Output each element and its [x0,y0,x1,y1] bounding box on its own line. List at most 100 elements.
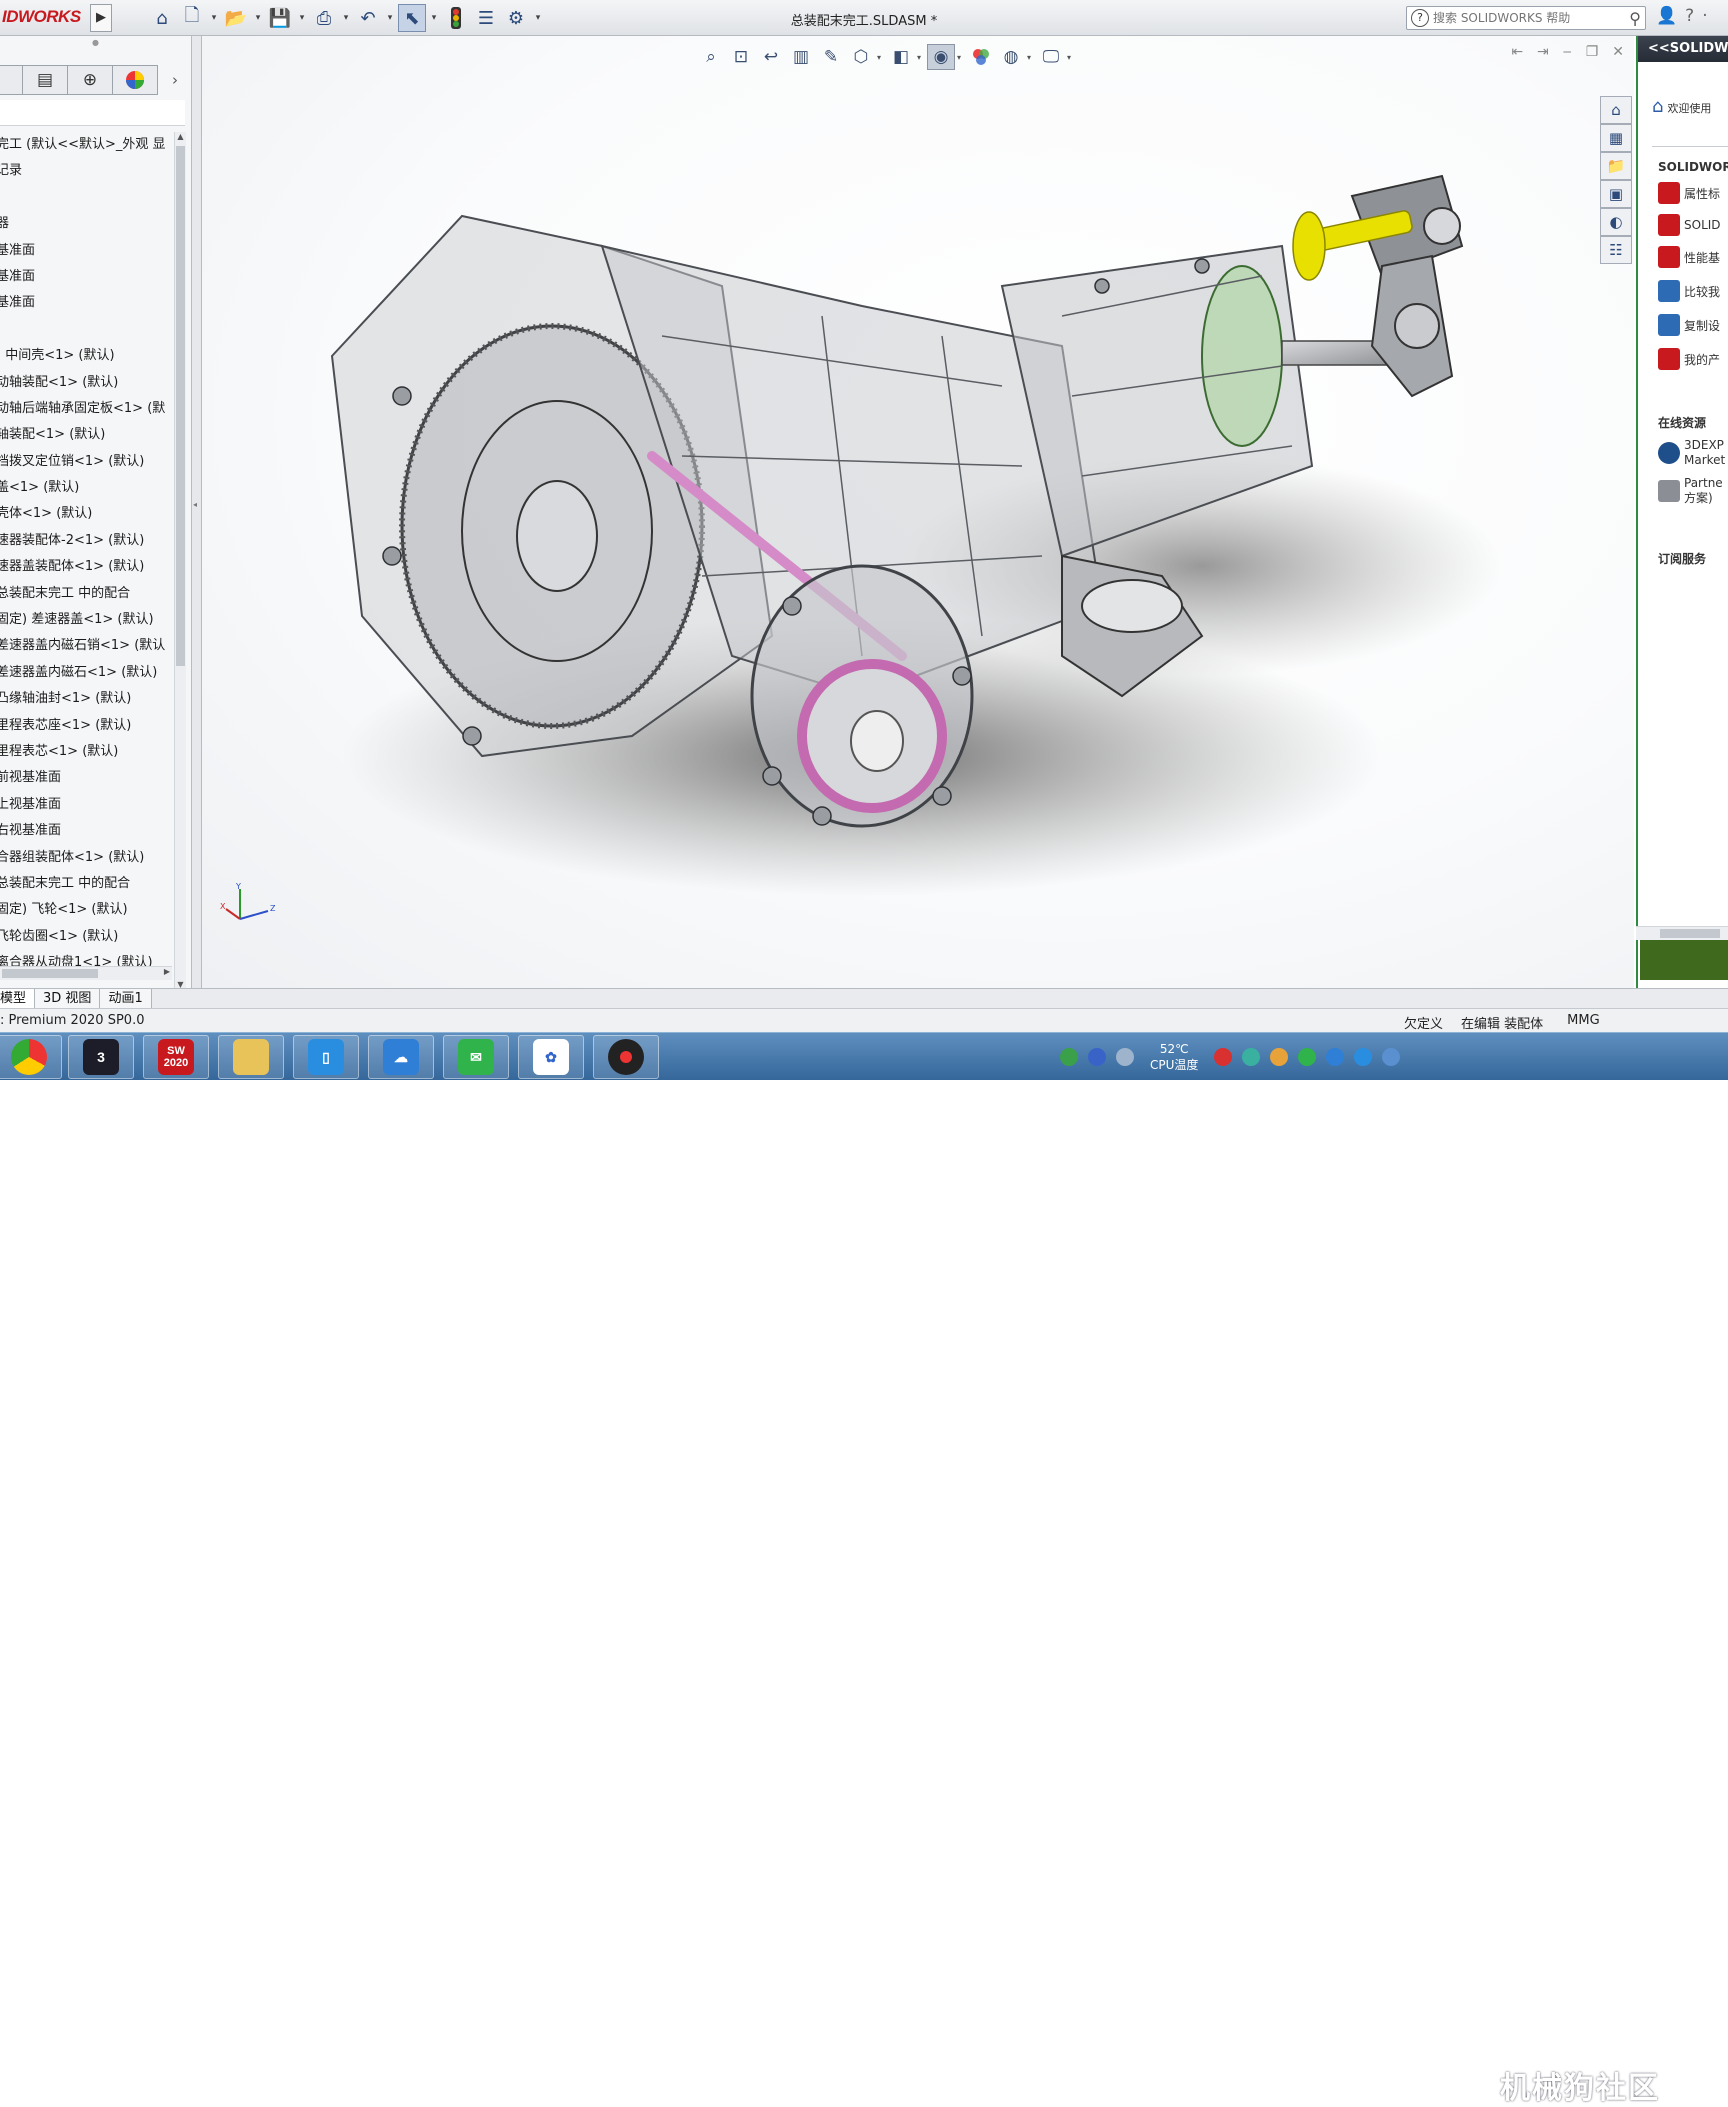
tray-app-icon-2[interactable] [1270,1048,1289,1066]
tree-item[interactable]: 右视基准面 [0,818,172,844]
title-more-icon[interactable]: · [1702,6,1707,26]
tree-item[interactable]: 器 [0,211,172,237]
tile-left-icon[interactable]: ⇤ [1511,44,1523,60]
file-explorer-icon[interactable]: 📁 [1600,152,1632,180]
tree-item[interactable]: 总装配末完工 中的配合 [0,581,172,607]
view-palette-icon[interactable]: ▣ [1600,180,1632,208]
task-item-1[interactable]: SOLID [1658,212,1721,238]
cpu-temperature[interactable]: 52℃ CPU温度 [1150,1041,1198,1073]
tree-item[interactable]: 档拨叉定位销<1> (默认) [0,449,172,475]
panel-grip[interactable]: ● [0,36,191,52]
close-icon[interactable]: ✕ [1612,44,1624,60]
task-item-2[interactable]: 性能基 [1658,244,1720,270]
help-question-icon[interactable]: ? [1411,9,1429,27]
tree-item[interactable]: 记录 [0,158,172,184]
task-item-4[interactable]: 复制设 [1658,312,1720,338]
file-explorer-taskbar-button[interactable] [218,1035,284,1079]
help-menu-icon[interactable]: ? [1685,6,1694,26]
new-file-icon[interactable]: 🗋 [178,4,206,32]
appearances-icon[interactable]: ◐ [1600,208,1632,236]
custom-properties-icon[interactable]: ☷ [1600,236,1632,264]
edit-appearance-icon[interactable] [967,44,995,70]
tree-item[interactable]: 基准面 [0,290,172,316]
tree-filter-bar[interactable] [0,100,185,126]
tree-item[interactable]: ) 中间壳<1> (默认) [0,343,172,369]
tree-item[interactable]: 轴装配<1> (默认) [0,422,172,448]
file-properties-icon[interactable]: ☰ [472,4,500,32]
task-pane-scrollbar[interactable] [1636,926,1728,940]
online-item-0[interactable]: 3DEXP Market [1658,438,1725,467]
section-view-icon[interactable]: ▥ [787,44,815,70]
home-icon[interactable]: ⌂ [148,4,176,32]
save-icon[interactable]: 💾 [266,4,294,32]
configuration-manager-icon[interactable]: ⊕ [67,65,113,95]
tab-feature-tree[interactable] [0,65,23,95]
3ds-max-taskbar-button[interactable]: 3 [68,1035,134,1079]
tab-model[interactable]: 模型 [0,989,36,1008]
property-manager-icon[interactable]: ▤ [22,65,68,95]
phone-taskbar-button[interactable]: ▯ [293,1035,359,1079]
restore-icon[interactable]: ❐ [1586,44,1599,60]
scroll-up-arrow[interactable]: ▲ [175,132,186,141]
tree-item[interactable]: 凸缘轴油封<1> (默认) [0,686,172,712]
previous-view-icon[interactable]: ↩ [757,44,785,70]
hide-show-dropdown[interactable]: ▾ [957,53,965,62]
tray-record-icon[interactable] [1214,1048,1233,1066]
display-style-icon[interactable]: ◧ [887,44,915,70]
view-settings-dropdown[interactable]: ▾ [1067,53,1075,62]
tree-item[interactable]: 里程表芯座<1> (默认) [0,713,172,739]
options-dropdown[interactable]: ▾ [532,4,544,32]
tree-item[interactable]: 壳体<1> (默认) [0,501,172,527]
menu-expand-arrow[interactable]: ▶ [90,4,112,32]
task-item-3[interactable]: 比较我 [1658,278,1720,304]
tree-item[interactable]: 总装配末完工 中的配合 [0,871,172,897]
select-dropdown[interactable]: ▾ [428,4,440,32]
select-pointer-icon[interactable]: ⬉ [398,4,426,32]
view-settings-icon[interactable]: 🖵 [1037,44,1065,70]
tray-bluetooth-icon[interactable] [1326,1048,1345,1066]
tree-item[interactable]: 固定) 差速器盖<1> (默认) [0,607,172,633]
recorder-taskbar-button[interactable] [593,1035,659,1079]
task-pane-header[interactable]: <<SOLIDWORKS [1638,36,1728,62]
tray-shield-icon[interactable] [1242,1048,1261,1066]
dynamic-annotation-icon[interactable]: ✎ [817,44,845,70]
transmission-3d-model[interactable] [302,136,1622,956]
chevron-right-icon[interactable]: › [172,71,178,89]
tree-item[interactable]: 完工 (默认<<默认>_外观 显 [0,132,172,158]
tab-motion-study[interactable]: 动画1 [100,989,152,1008]
display-style-dropdown[interactable]: ▾ [917,53,925,62]
task-pane-home-icon[interactable]: ⌂ [1600,96,1632,124]
scroll-thumb[interactable] [176,146,185,666]
online-item-1[interactable]: Partne 方案) [1658,476,1723,505]
tree-item[interactable]: 上视基准面 [0,792,172,818]
tray-app-icon[interactable] [1060,1048,1078,1066]
tray-cloud-icon[interactable] [1382,1048,1401,1066]
display-manager-icon[interactable] [112,65,158,95]
open-file-dropdown[interactable]: ▾ [252,4,264,32]
print-dropdown[interactable]: ▾ [340,4,352,32]
open-file-icon[interactable]: 📂 [222,4,250,32]
tray-network-icon[interactable] [1116,1048,1134,1066]
tree-item[interactable]: 前视基准面 [0,765,172,791]
solidworks-logo[interactable]: IDWORKS [0,7,86,29]
search-icon[interactable]: ⚲ [1629,9,1641,28]
tree-item[interactable]: 动轴后端轴承固定板<1> (默 [0,396,172,422]
task-item-5[interactable]: 我的产 [1658,346,1720,372]
view-orientation-dropdown[interactable]: ▾ [877,53,885,62]
new-file-dropdown[interactable]: ▾ [208,4,220,32]
print-icon[interactable]: ⎙ [310,4,338,32]
tile-right-icon[interactable]: ⇥ [1537,44,1549,60]
rebuild-traffic-light-icon[interactable] [442,4,470,32]
tree-item[interactable]: 里程表芯<1> (默认) [0,739,172,765]
zoom-to-area-icon[interactable]: ⊡ [727,44,755,70]
tray-help-icon[interactable] [1088,1048,1106,1066]
hscroll-thumb[interactable] [2,969,98,978]
hide-show-items-icon[interactable]: ◉ [927,44,955,70]
tree-item[interactable]: 速器盖装配体<1> (默认) [0,554,172,580]
scroll-thumb[interactable] [1660,929,1720,938]
cloud-taskbar-button[interactable]: ☁ [368,1035,434,1079]
browser-taskbar-button[interactable] [0,1035,62,1079]
design-library-icon[interactable]: ▦ [1600,124,1632,152]
welcome-link[interactable]: ⌂ 欢迎使用 [1652,96,1711,117]
task-item-0[interactable]: 属性标 [1658,180,1720,206]
